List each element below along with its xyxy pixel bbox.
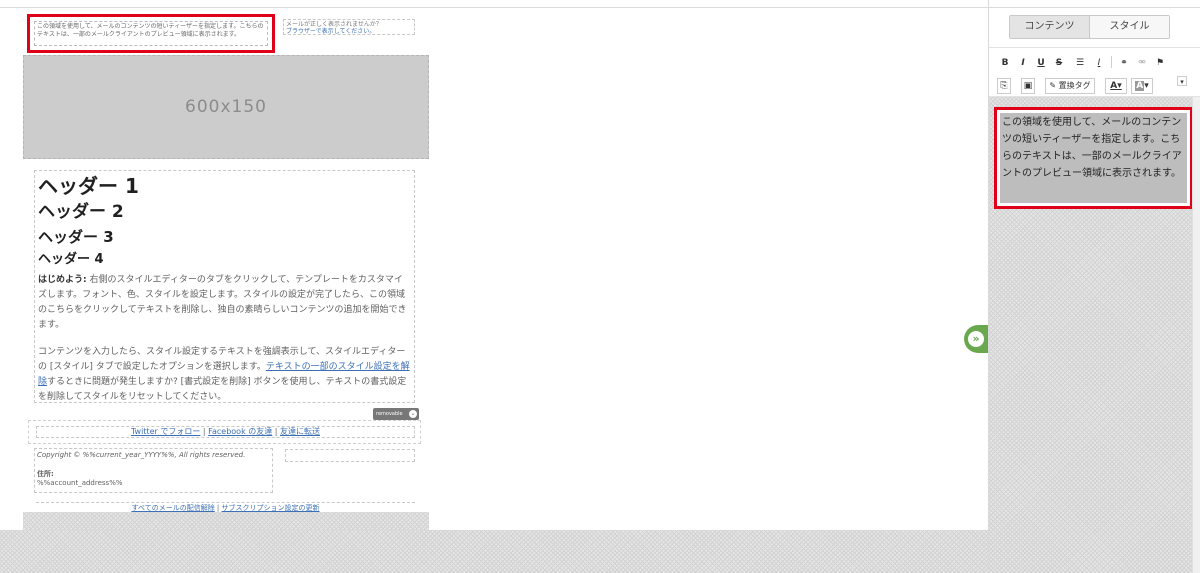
para1-lead: はじめよう: bbox=[38, 275, 87, 285]
panel-scrollbar[interactable] bbox=[1192, 97, 1200, 573]
heading-1: ヘッダー 1 bbox=[38, 174, 139, 198]
tag-icon: ✎ bbox=[1049, 81, 1057, 90]
unsubscribe-links[interactable]: すべてのメールの配信解除 | サブスクリプション設定の更新 bbox=[36, 502, 415, 514]
canvas-background bbox=[0, 530, 988, 573]
unsubscribe-separator: | bbox=[214, 504, 222, 512]
panel-top-strip bbox=[989, 0, 1200, 8]
view-browser-link[interactable]: ブラウザーで表示してください。 bbox=[286, 28, 375, 34]
editor-textarea[interactable]: この領域を使用して、メールのコンテンツの短いティーザーを指定します。こちらのテキ… bbox=[1000, 113, 1187, 203]
toolbar-expand-icon[interactable]: ▾ bbox=[1177, 76, 1187, 86]
unsubscribe-all-link[interactable]: すべてのメールの配信解除 bbox=[131, 504, 214, 512]
panel-toggle-button[interactable]: » bbox=[964, 325, 988, 353]
body-paragraph-2: コンテンツを入力したら、スタイル設定するテキストを強調表示して、スタイルエディタ… bbox=[38, 345, 411, 405]
toolbar-separator bbox=[1111, 56, 1112, 68]
address-label: 住所: bbox=[37, 470, 54, 478]
strikethrough-button[interactable]: S bbox=[1053, 56, 1065, 70]
address-value: %%account_address%% bbox=[37, 479, 123, 487]
underline-button[interactable]: U bbox=[1035, 56, 1047, 70]
tab-content[interactable]: コンテンツ bbox=[1010, 16, 1090, 38]
removable-badge[interactable]: removable ⌄ bbox=[373, 408, 419, 420]
canvas-gap bbox=[23, 512, 429, 530]
merge-tag-button[interactable]: ✎ 置換タグ bbox=[1045, 78, 1095, 94]
italic-button[interactable]: I bbox=[1017, 56, 1029, 70]
preheader-highlight[interactable]: この領域を使用して、メールのコンテンツの短いティーザーを指定します。こちらのテキ… bbox=[27, 14, 275, 53]
view-browser-question: メールが正しく表示されませんか？ bbox=[286, 21, 382, 28]
link-icon[interactable]: ⚭ bbox=[1117, 56, 1131, 70]
copyright-text: Copyright © %%current_year_YYYY%%, All r… bbox=[37, 451, 246, 459]
bg-color-button[interactable]: A▾ bbox=[1131, 78, 1153, 94]
hero-image-placeholder[interactable]: 600x150 bbox=[23, 55, 429, 159]
editor-highlight[interactable]: この領域を使用して、メールのコンテンツの短いティーザーを指定します。こちらのテキ… bbox=[994, 107, 1193, 209]
footer-empty-block[interactable] bbox=[285, 449, 415, 462]
source-icon[interactable]: ⎘ bbox=[997, 78, 1011, 94]
para1-text: 右側のスタイルエディターのタブをクリックして、テンプレートをカスタマイズします。… bbox=[38, 275, 407, 330]
email-preview: この領域を使用して、メールのコンテンツの短いティーザーを指定します。こちらのテキ… bbox=[23, 8, 429, 512]
heading-2: ヘッダー 2 bbox=[38, 202, 124, 222]
editor-area: この領域を使用して、メールのコンテンツの短いティーザーを指定します。こちらのテキ… bbox=[989, 97, 1200, 573]
double-arrow-icon: » bbox=[968, 331, 984, 347]
flag-icon[interactable]: ⚑ bbox=[1153, 56, 1167, 70]
editor-empty-space bbox=[989, 209, 1200, 573]
view-in-browser-block[interactable]: メールが正しく表示されませんか？ ブラウザーで表示してください。 bbox=[283, 19, 415, 35]
hero-size-label: 600x150 bbox=[185, 97, 267, 117]
removable-label: removable bbox=[376, 411, 403, 417]
editor-panel: コンテンツ スタイル B I U S ☰ I ⚭ ⚮ ⚑ ▾ ⎘ ▣ ✎ 置換タ… bbox=[988, 0, 1200, 573]
merge-tag-label: 置換タグ bbox=[1058, 81, 1091, 90]
twitter-follow-link[interactable]: Twitter でフォロー bbox=[131, 427, 200, 436]
para2-text-b: するときに問題が発生しますか? [書式設定を削除] ボタンを使用し、テキストの書… bbox=[38, 377, 407, 402]
heading-4: ヘッダー 4 bbox=[38, 252, 104, 267]
forward-friend-link[interactable]: 友達に転送 bbox=[280, 427, 320, 436]
social-separator: | bbox=[200, 427, 209, 436]
chevron-down-icon[interactable]: ⌄ bbox=[409, 410, 417, 418]
editor-toolbar: B I U S ☰ I ⚭ ⚮ ⚑ ▾ ⎘ ▣ ✎ 置換タグ A▾ A▾ bbox=[989, 47, 1200, 97]
bold-button[interactable]: B bbox=[999, 56, 1011, 70]
body-paragraph-1: はじめよう: 右側のスタイルエディターのタブをクリックして、テンプレートをカスタ… bbox=[38, 273, 411, 333]
tab-style[interactable]: スタイル bbox=[1090, 16, 1169, 38]
bg-color-label: A bbox=[1135, 81, 1145, 91]
heading-3: ヘッダー 3 bbox=[38, 228, 114, 246]
unlink-icon[interactable]: ⚮ bbox=[1135, 56, 1149, 70]
image-icon[interactable]: ▣ bbox=[1021, 78, 1035, 94]
update-subscription-link[interactable]: サブスクリプション設定の更新 bbox=[222, 504, 320, 512]
preheader-text[interactable]: この領域を使用して、メールのコンテンツの短いティーザーを指定します。こちらのテキ… bbox=[34, 21, 268, 46]
social-separator: | bbox=[272, 427, 281, 436]
font-color-label: A bbox=[1110, 81, 1118, 91]
facebook-friends-link[interactable]: Facebook の友達 bbox=[208, 427, 272, 436]
footer-info-block[interactable]: Copyright © %%current_year_YYYY%%, All r… bbox=[34, 448, 273, 493]
align-icon[interactable]: ☰ bbox=[1073, 56, 1087, 70]
body-content-block[interactable]: ヘッダー 1 ヘッダー 2 ヘッダー 3 ヘッダー 4 はじめよう: 右側のスタ… bbox=[34, 170, 415, 403]
panel-tabs: コンテンツ スタイル bbox=[1009, 15, 1170, 39]
clear-format-button[interactable]: I bbox=[1092, 56, 1106, 70]
social-links[interactable]: Twitter でフォロー | Facebook の友達 | 友達に転送 bbox=[36, 426, 415, 438]
font-color-button[interactable]: A▾ bbox=[1105, 78, 1127, 94]
